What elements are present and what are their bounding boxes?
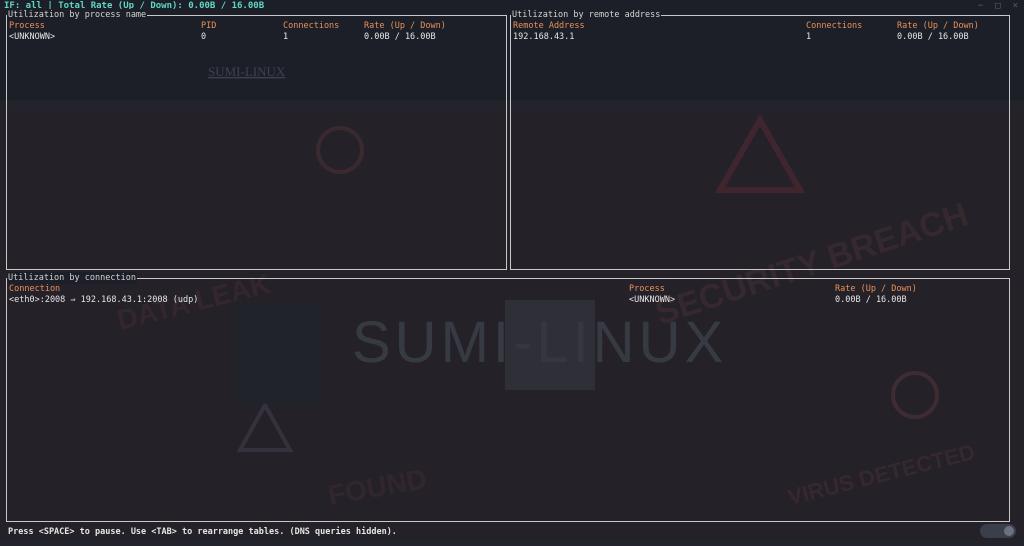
toggle-switch[interactable]	[980, 524, 1016, 538]
header-connections: Connections	[283, 21, 340, 31]
header-process: Process	[629, 284, 665, 294]
footer-help: Press <SPACE> to pause. Use <TAB> to rea…	[8, 527, 397, 537]
maximize-icon[interactable]: □	[995, 1, 1000, 11]
close-icon[interactable]: ×	[1013, 1, 1018, 11]
toggle-knob	[1004, 526, 1014, 536]
connection-panel: Utilization by connection Connection Pro…	[6, 272, 1010, 522]
remote-address-panel: Utilization by remote address Remote Add…	[510, 9, 1010, 270]
header-connection: Connection	[9, 284, 61, 294]
cell-connection: <eth0>:2008 ⇒ 192.168.43.1:2008 (udp)	[9, 295, 199, 305]
cell-rate: 0.00B / 16.00B	[835, 295, 907, 305]
cell-pid: 0	[201, 32, 207, 42]
cell-connections: 1	[806, 32, 812, 42]
header-connections: Connections	[806, 21, 863, 31]
remote-panel-title: Utilization by remote address	[511, 9, 662, 21]
connection-panel-title: Utilization by connection	[7, 272, 137, 284]
cell-process: <UNKNOWN>	[9, 32, 56, 42]
header-remote-address: Remote Address	[513, 21, 585, 31]
total-rate-value: 0.00B / 16.00B	[188, 1, 265, 11]
process-panel-title: Utilization by process name	[7, 9, 148, 21]
cell-connections: 1	[283, 32, 289, 42]
header-process: Process	[9, 21, 45, 31]
window-controls: − □ ×	[978, 1, 1018, 11]
process-panel: Utilization by process name Process PID …	[6, 9, 507, 270]
minimize-icon[interactable]: −	[978, 1, 983, 11]
cell-rate: 0.00B / 16.00B	[364, 32, 436, 42]
cell-remote-address: 192.168.43.1	[513, 32, 575, 42]
header-rate: Rate (Up / Down)	[835, 284, 917, 294]
cell-process: <UNKNOWN>	[629, 295, 676, 305]
header-rate: Rate (Up / Down)	[364, 21, 446, 31]
header-rate: Rate (Up / Down)	[897, 21, 979, 31]
cell-rate: 0.00B / 16.00B	[897, 32, 969, 42]
header-pid: PID	[201, 21, 217, 31]
